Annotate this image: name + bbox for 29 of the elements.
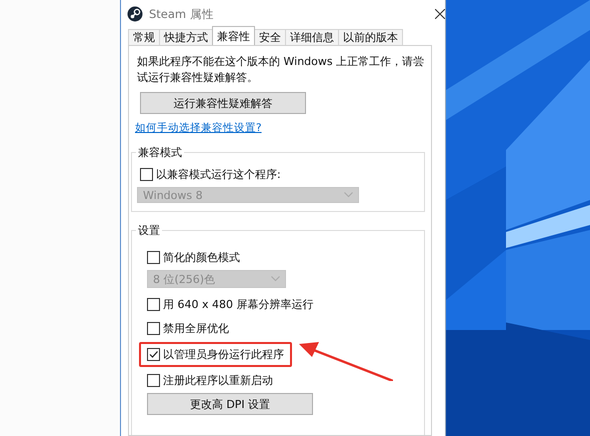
tab[interactable]: 安全 <box>254 29 286 45</box>
tab[interactable]: 常规 <box>128 29 160 45</box>
chevron-icon <box>271 276 280 282</box>
close-icon[interactable] <box>435 9 445 19</box>
checkbox[interactable] <box>147 251 160 264</box>
checkbox[interactable] <box>147 298 160 311</box>
checkbox[interactable] <box>147 348 160 361</box>
tab[interactable]: 详细信息 <box>285 29 339 45</box>
checkbox[interactable] <box>140 168 153 181</box>
group-title: 设置 <box>136 223 162 238</box>
checkbox-label: 用 640 x 480 屏幕分辨率运行 <box>163 297 314 312</box>
checkbox-label: 简化的颜色模式 <box>163 250 240 265</box>
window-title: Steam 属性 <box>149 6 214 22</box>
group-title: 兼容模式 <box>136 145 184 160</box>
checkbox[interactable] <box>147 374 160 387</box>
tab[interactable]: 快捷方式 <box>159 29 213 45</box>
checkbox-label: 以兼容模式运行这个程序: <box>156 167 281 182</box>
dpi-settings-button[interactable]: 更改高 DPI 设置 <box>147 393 313 415</box>
tab[interactable]: 以前的版本 <box>338 29 403 45</box>
chevron-icon <box>344 192 353 198</box>
checkbox[interactable] <box>147 322 160 335</box>
intro-text: 如果此程序不能在这个版本的 Windows 上正常工作，请尝试运行兼容性疑难解答。 <box>137 54 425 86</box>
help-link[interactable]: 如何手动选择兼容性设置? <box>135 121 262 135</box>
steam-icon <box>127 6 143 22</box>
tab[interactable]: 兼容性 <box>212 26 255 45</box>
checkbox-label: 禁用全屏优化 <box>163 321 229 336</box>
checkbox-label: 注册此程序以重新启动 <box>163 373 273 388</box>
troubleshoot-button[interactable]: 运行兼容性疑难解答 <box>140 92 306 114</box>
checkbox-label: 以管理员身份运行此程序 <box>163 347 284 362</box>
